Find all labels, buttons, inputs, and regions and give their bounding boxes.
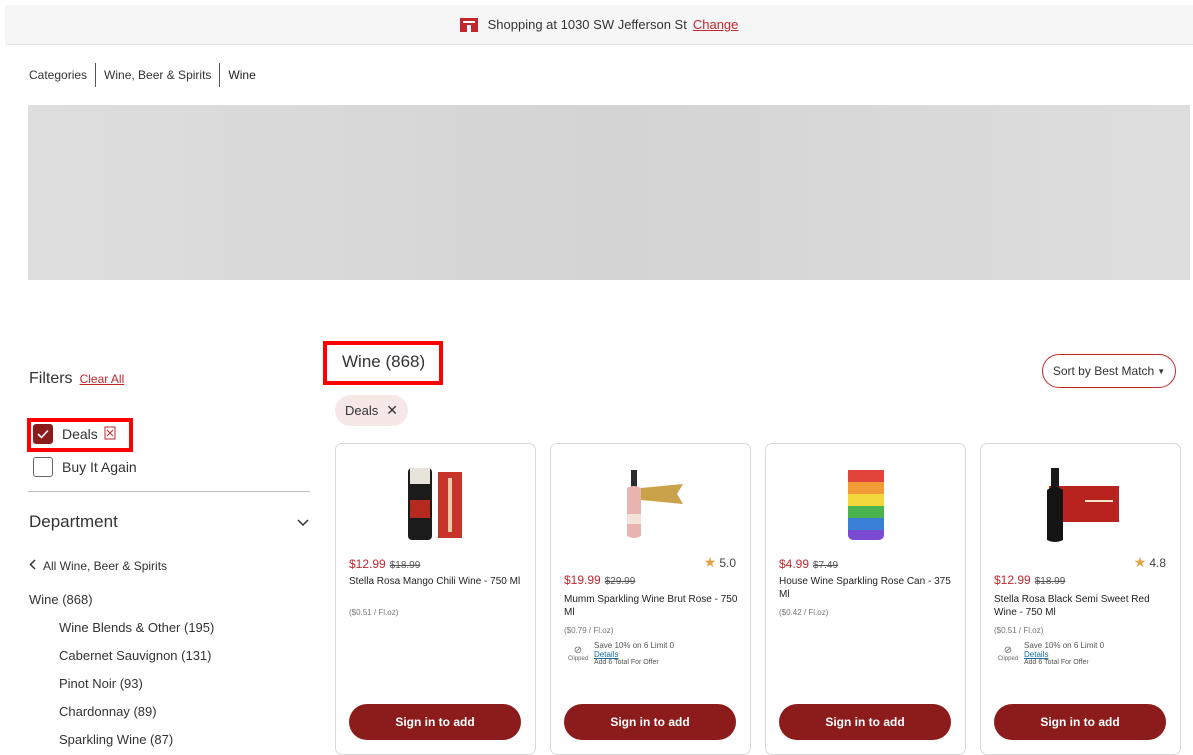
was-price: $7.49 <box>813 560 839 571</box>
star-icon: ★ <box>1133 554 1147 570</box>
unit-price: ($0.51 / Fl.oz) <box>994 626 1044 635</box>
breadcrumb: Categories Wine, Beer & Spirits Wine <box>29 63 264 87</box>
clipped-label: Clipped <box>997 656 1019 662</box>
department-current[interactable]: Wine (868) <box>29 585 214 614</box>
was-price: $29.99 <box>604 576 636 587</box>
product-name[interactable]: Stella Rosa Mango Chili Wine - 750 Ml <box>349 575 524 588</box>
department-sub-item[interactable]: Chardonnay (89) <box>29 698 214 726</box>
clear-all-link[interactable]: Clear All <box>80 372 125 386</box>
promo-banner-placeholder <box>28 105 1190 280</box>
product-card[interactable]: $12.99 $18.99 Stella Rosa Mango Chili Win… <box>335 443 536 755</box>
clip-icon: ⊘ <box>573 645 583 656</box>
sale-price: $4.99 <box>779 557 810 571</box>
product-card[interactable]: ★ 4.8 $12.99 $18.99 Stella Rosa Black Semi… <box>980 443 1181 755</box>
sign-in-to-add-button[interactable]: Sign in to add <box>994 704 1166 740</box>
price: $12.99 $18.99 <box>349 557 420 571</box>
department-back-label: All Wine, Beer & Spirits <box>43 559 168 573</box>
filters-header: Filters Clear All <box>29 370 124 388</box>
department-back-link[interactable]: All Wine, Beer & Spirits <box>29 556 214 576</box>
caret-down-icon: ▼ <box>1157 366 1166 376</box>
offer-description: Save 10% on 6 Limit 0 <box>1024 641 1105 650</box>
price: $19.99 $29.99 <box>564 573 635 587</box>
product-rating: ★ 4.8 <box>1134 554 1166 571</box>
coupon-offer: ⊘ Clipped Save 10% on 6 Limit 0 Details A… <box>564 641 674 666</box>
clipped-badge: ⊘ Clipped <box>564 641 592 662</box>
offer-details-link[interactable]: Details <box>594 650 674 659</box>
department-sub-item[interactable]: Sparkling Wine (87) <box>29 726 214 754</box>
sign-in-to-add-button[interactable]: Sign in to add <box>564 704 736 740</box>
sign-in-to-add-button[interactable]: Sign in to add <box>349 704 521 740</box>
filters-title: Filters <box>29 370 73 387</box>
close-icon[interactable]: ✕ <box>386 402 398 419</box>
offer-text: Save 10% on 6 Limit 0 Details Add 6 Tota… <box>1024 641 1104 666</box>
was-price: $18.99 <box>1034 576 1066 587</box>
breadcrumb-wine: Wine <box>228 68 256 82</box>
active-filter-chip[interactable]: Deals ✕ <box>335 395 408 426</box>
filter-buy-it-again[interactable]: Buy It Again <box>33 457 137 477</box>
department-list: All Wine, Beer & Spirits Wine (868) Wine… <box>29 556 214 754</box>
product-name[interactable]: Stella Rosa Black Semi Sweet Red Wine - … <box>994 593 1169 619</box>
product-rating: ★ 5.0 <box>704 554 736 571</box>
clipped-badge: ⊘ Clipped <box>994 641 1022 662</box>
unit-price: ($0.79 / Fl.oz) <box>564 626 614 635</box>
buy-it-again-label: Buy It Again <box>62 459 137 475</box>
sale-price: $19.99 <box>564 573 601 587</box>
department-header[interactable]: Department <box>29 512 309 532</box>
price: $4.99 $7.49 <box>779 557 838 571</box>
product-image[interactable] <box>1041 464 1121 544</box>
product-name[interactable]: Mumm Sparkling Wine Brut Rose - 750 Ml <box>564 593 739 619</box>
department-title: Department <box>29 512 118 531</box>
star-icon: ★ <box>703 554 717 570</box>
product-name[interactable]: House Wine Sparkling Rose Can - 375 Ml <box>779 575 954 601</box>
rating-value: 4.8 <box>1149 555 1166 570</box>
was-price: $18.99 <box>389 560 421 571</box>
highlight-deals <box>27 418 133 452</box>
offer-total: Add 6 Total For Offer <box>1024 659 1089 666</box>
product-image[interactable] <box>611 464 691 544</box>
sort-label: Sort by Best Match <box>1052 364 1155 378</box>
product-image[interactable] <box>826 464 906 544</box>
sale-price: $12.99 <box>349 557 386 571</box>
rating-value: 5.0 <box>719 555 736 570</box>
breadcrumb-wine-beer-spirits[interactable]: Wine, Beer & Spirits <box>96 63 219 87</box>
product-card[interactable]: ★ 5.0 $19.99 $29.99 Mumm Sparkling Wine Br… <box>550 443 751 755</box>
unit-price: ($0.42 / Fl.oz) <box>779 608 829 617</box>
offer-text: Save 10% on 6 Limit 0 Details Add 6 Tota… <box>594 641 674 666</box>
store-text: Shopping at 1030 SW Jefferson St <box>487 17 687 32</box>
chevron-down-icon[interactable] <box>297 514 309 530</box>
product-card[interactable]: $4.99 $7.49 House Wine Sparkling Rose Can… <box>765 443 966 755</box>
offer-description: Save 10% on 6 Limit 0 <box>594 641 675 650</box>
coupon-offer: ⊘ Clipped Save 10% on 6 Limit 0 Details A… <box>994 641 1104 666</box>
department-sub-item[interactable]: Cabernet Sauvignon (131) <box>29 642 214 670</box>
highlight-results-title <box>323 341 443 385</box>
sign-in-to-add-button[interactable]: Sign in to add <box>779 704 951 740</box>
filter-divider <box>28 491 310 492</box>
sort-dropdown[interactable]: Sort by Best Match ▼ <box>1042 354 1176 388</box>
unit-price: ($0.51 / Fl.oz) <box>349 608 399 617</box>
buy-it-again-checkbox[interactable] <box>33 457 53 477</box>
clip-icon: ⊘ <box>1003 645 1013 656</box>
price: $12.99 $18.99 <box>994 573 1065 587</box>
store-icon <box>459 17 478 32</box>
clipped-label: Clipped <box>567 656 589 662</box>
store-bar: Shopping at 1030 SW Jefferson St Change <box>5 5 1193 45</box>
change-store-link[interactable]: Change <box>693 17 739 32</box>
chip-label: Deals <box>345 403 379 418</box>
department-sub-item[interactable]: Pinot Noir (93) <box>29 670 214 698</box>
breadcrumb-categories[interactable]: Categories <box>29 63 95 87</box>
sale-price: $12.99 <box>994 573 1031 587</box>
product-image[interactable] <box>396 464 476 544</box>
chevron-left-icon <box>29 556 36 576</box>
offer-total: Add 6 Total For Offer <box>594 659 659 666</box>
department-sub-item[interactable]: Wine Blends & Other (195) <box>29 614 214 642</box>
offer-details-link[interactable]: Details <box>1024 650 1104 659</box>
